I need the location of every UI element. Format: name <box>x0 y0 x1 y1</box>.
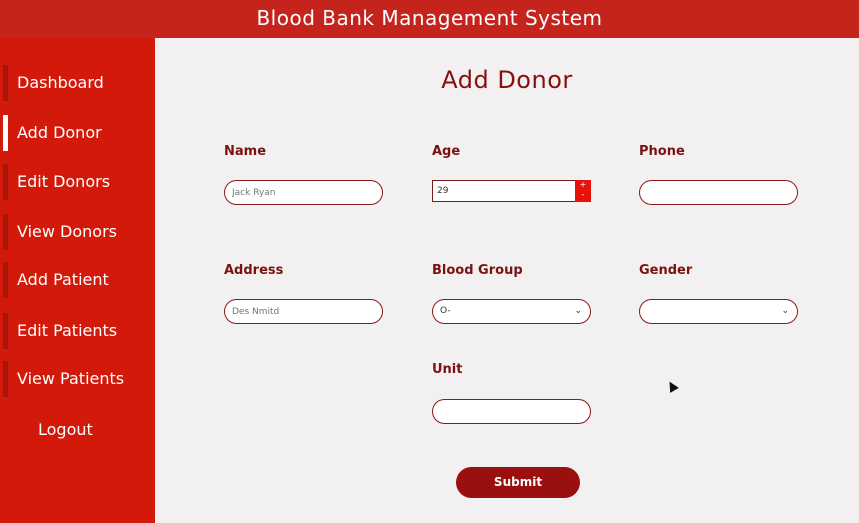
sidebar-item-label: Edit Patients <box>17 321 118 340</box>
chevron-down-icon: ⌄ <box>574 306 582 316</box>
address-label: Address <box>224 263 284 278</box>
blood-group-select[interactable]: O- ⌄ <box>432 299 591 324</box>
submit-button[interactable]: Submit <box>456 467 580 498</box>
sidebar-marker <box>3 313 8 349</box>
phone-label: Phone <box>639 144 685 159</box>
sidebar-item-edit-donors[interactable]: Edit Donors <box>0 164 155 200</box>
sidebar-marker <box>3 262 8 298</box>
sidebar-item-label: Add Donor <box>17 123 102 142</box>
decrement-icon[interactable]: - <box>582 190 585 199</box>
address-input[interactable] <box>224 299 383 324</box>
blood-group-value: O- <box>440 306 451 316</box>
increment-icon[interactable]: + <box>580 180 587 189</box>
sidebar-item-label: View Patients <box>17 369 125 388</box>
age-value: 29 <box>437 186 449 196</box>
sidebar-item-view-patients[interactable]: View Patients <box>0 361 155 397</box>
unit-input[interactable] <box>432 399 591 424</box>
blood-group-label: Blood Group <box>432 263 523 278</box>
app-header: Blood Bank Management System <box>0 0 859 38</box>
sidebar: Dashboard Add Donor Edit Donors View Don… <box>0 38 155 523</box>
sidebar-marker <box>3 164 8 200</box>
sidebar-item-label: Add Patient <box>17 270 109 289</box>
age-input[interactable]: 29 + - <box>432 180 591 202</box>
sidebar-item-add-patient[interactable]: Add Patient <box>0 262 155 298</box>
sidebar-marker <box>3 65 8 101</box>
sidebar-marker-active <box>3 115 8 151</box>
phone-input[interactable] <box>639 180 798 205</box>
sidebar-item-label: Edit Donors <box>17 172 111 191</box>
sidebar-item-edit-patients[interactable]: Edit Patients <box>0 313 155 349</box>
logout-button[interactable]: Logout <box>0 412 155 448</box>
chevron-down-icon: ⌄ <box>781 306 789 316</box>
sidebar-item-label: View Donors <box>17 222 118 241</box>
logout-label: Logout <box>38 420 93 439</box>
name-label: Name <box>224 144 267 159</box>
age-label: Age <box>432 144 461 159</box>
sidebar-item-view-donors[interactable]: View Donors <box>0 214 155 250</box>
sidebar-item-dashboard[interactable]: Dashboard <box>0 65 155 101</box>
sidebar-item-label: Dashboard <box>17 73 104 92</box>
main-content: Add Donor Name Age 29 + - Phone Address … <box>155 38 859 523</box>
name-input[interactable] <box>224 180 383 205</box>
app-title: Blood Bank Management System <box>256 6 603 30</box>
sidebar-item-add-donor[interactable]: Add Donor <box>0 115 155 151</box>
age-stepper[interactable]: + - <box>575 180 591 202</box>
unit-label: Unit <box>432 362 463 377</box>
sidebar-marker <box>3 361 8 397</box>
gender-label: Gender <box>639 263 693 278</box>
mouse-cursor-icon <box>665 379 679 393</box>
page-title: Add Donor <box>441 66 573 94</box>
sidebar-marker <box>3 214 8 250</box>
gender-select[interactable]: ⌄ <box>639 299 798 324</box>
